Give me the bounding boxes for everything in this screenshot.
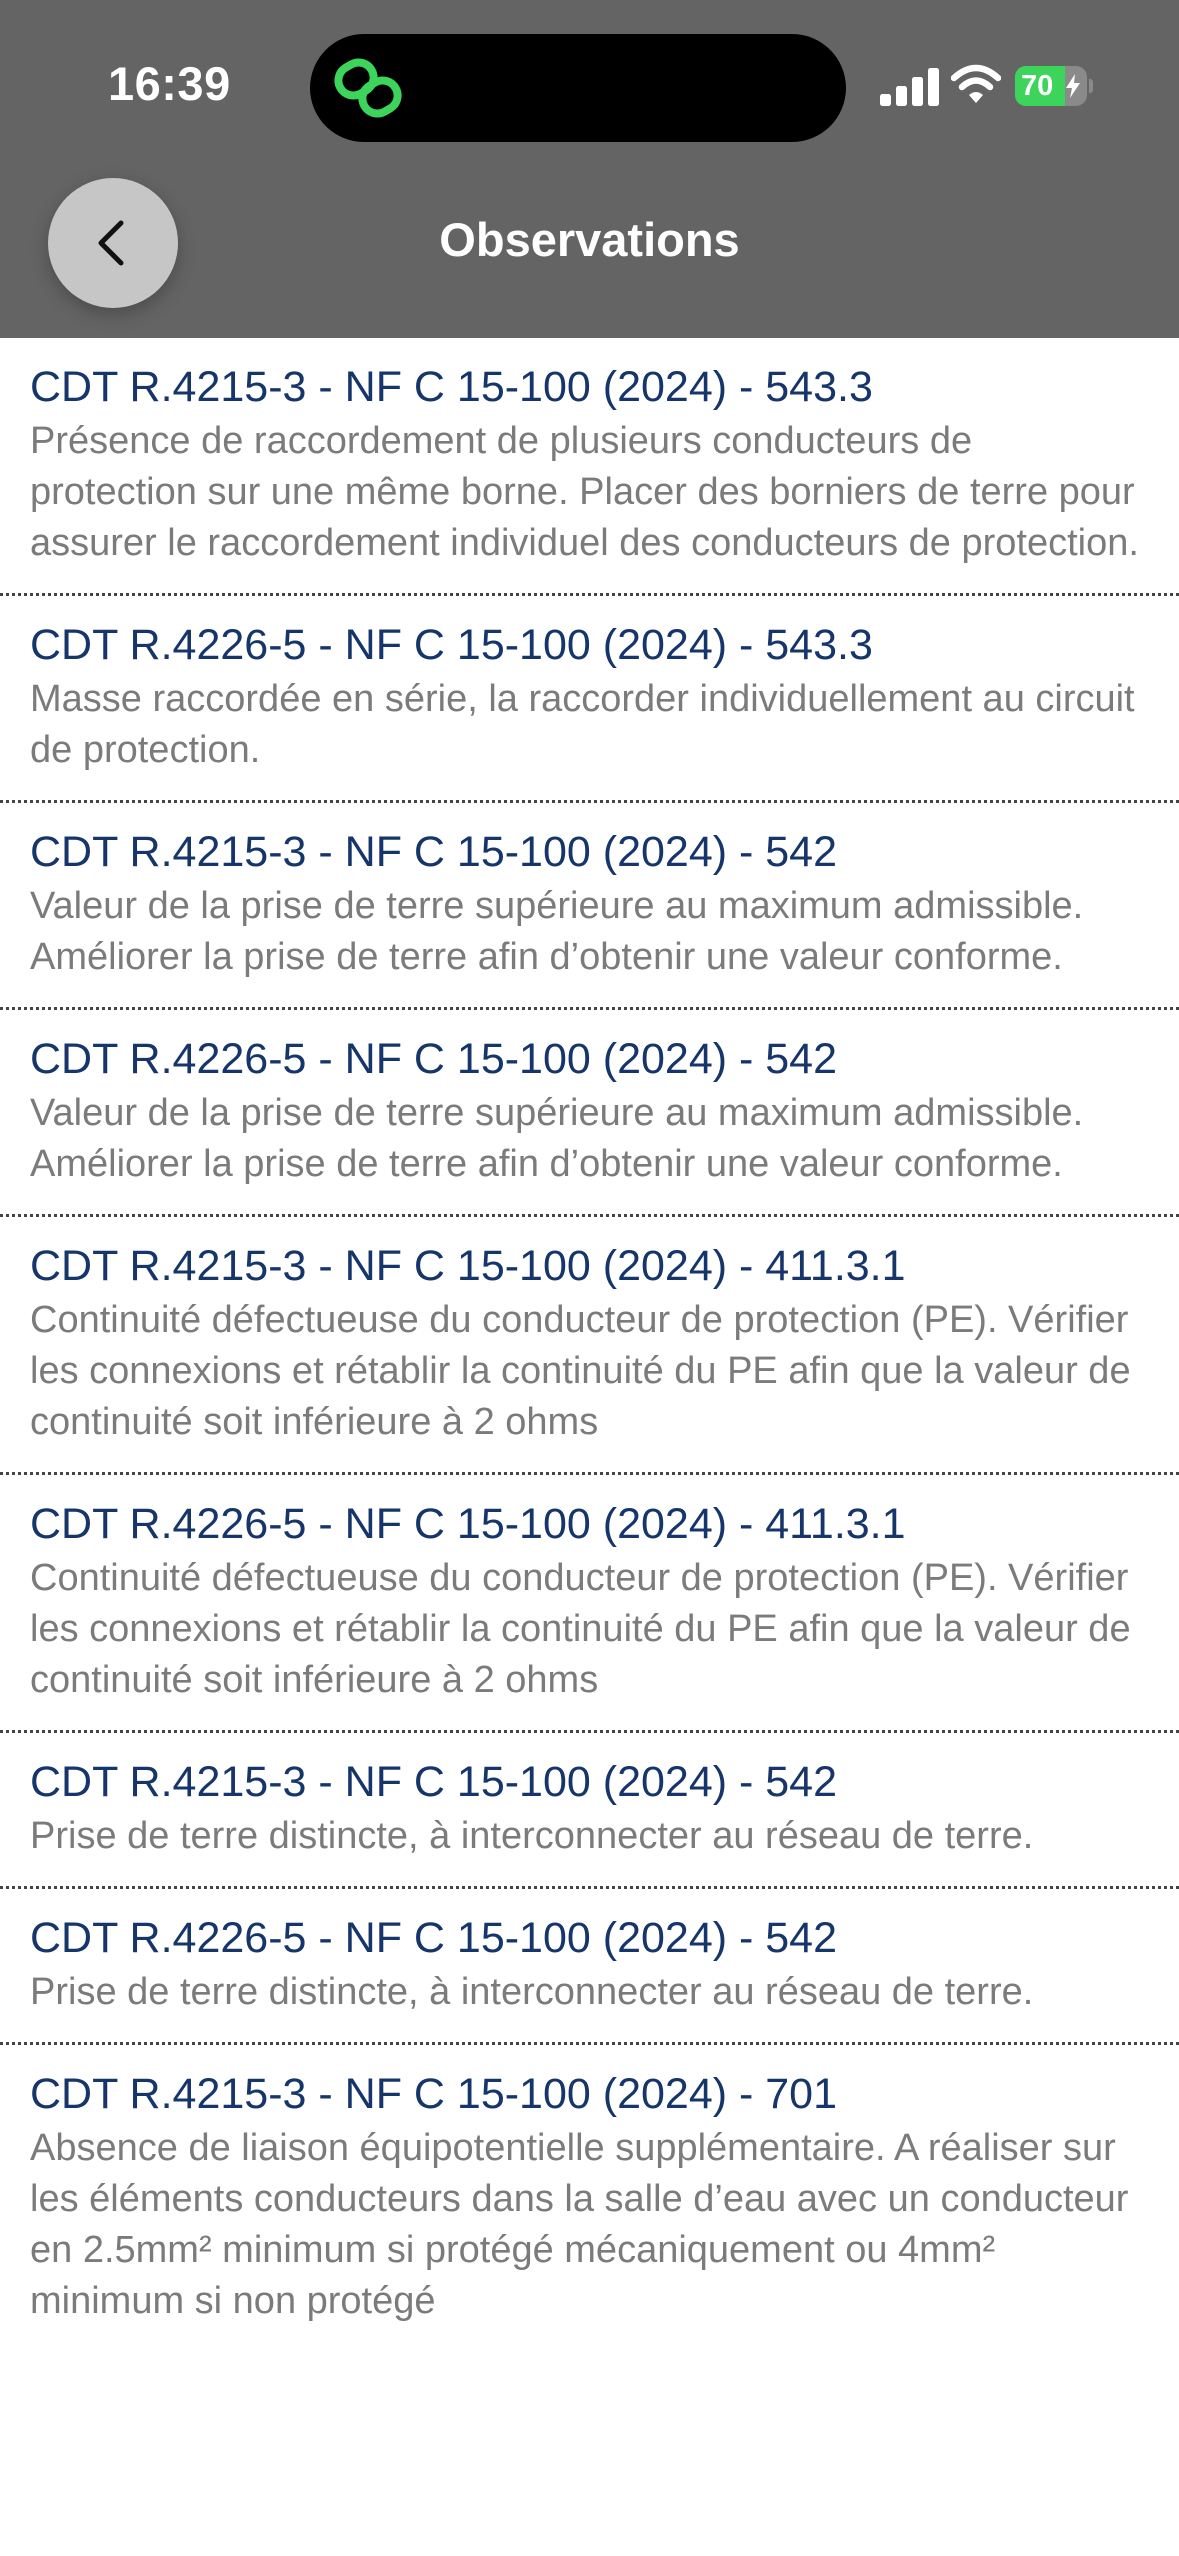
battery-cap — [1089, 79, 1093, 93]
observation-description: Valeur de la prise de terre supérieure a… — [30, 885, 1084, 978]
header-bar: 16:39 70 Observations — [0, 0, 1179, 338]
observation-description: Absence de liaison équipotentielle suppl… — [30, 2127, 1129, 2322]
wifi-icon — [951, 64, 1001, 103]
observation-title: CDT R.4215-3 - NF C 15-100 (2024) - 701 — [30, 2070, 838, 2118]
observation-title: CDT R.4215-3 - NF C 15-100 (2024) - 411.… — [30, 1242, 906, 1290]
link-icon — [334, 58, 402, 118]
bolt-icon — [1066, 74, 1080, 98]
observation-title: CDT R.4226-5 - NF C 15-100 (2024) - 411.… — [30, 1500, 906, 1548]
list-item[interactable]: CDT R.4226-5 - NF C 15-100 (2024) - 411.… — [0, 1475, 1179, 1733]
observation-description: Continuité défectueuse du conducteur de … — [30, 1557, 1131, 1701]
observation-title: CDT R.4215-3 - NF C 15-100 (2024) - 542 — [30, 1758, 838, 1806]
list-item[interactable]: CDT R.4215-3 - NF C 15-100 (2024) - 411.… — [0, 1217, 1179, 1475]
list-item[interactable]: CDT R.4215-3 - NF C 15-100 (2024) - 542 … — [0, 803, 1179, 1010]
observation-description: Prise de terre distincte, à interconnect… — [30, 1971, 1034, 2013]
battery-body: 70 — [1015, 66, 1087, 106]
observation-description: Continuité défectueuse du conducteur de … — [30, 1299, 1131, 1443]
observations-list[interactable]: CDT R.4215-3 - NF C 15-100 (2024) - 543.… — [0, 338, 1179, 2484]
observation-title: CDT R.4226-5 - NF C 15-100 (2024) - 542 — [30, 1914, 838, 1962]
observation-title: CDT R.4226-5 - NF C 15-100 (2024) - 542 — [30, 1035, 838, 1083]
observation-description: Valeur de la prise de terre supérieure a… — [30, 1092, 1084, 1185]
list-item[interactable]: CDT R.4226-5 - NF C 15-100 (2024) - 542 … — [0, 1889, 1179, 2045]
observation-description: Présence de raccordement de plusieurs co… — [30, 420, 1139, 564]
observation-description: Masse raccordée en série, la raccorder i… — [30, 678, 1135, 771]
observation-title: CDT R.4215-3 - NF C 15-100 (2024) - 543.… — [30, 363, 873, 411]
observation-title: CDT R.4226-5 - NF C 15-100 (2024) - 543.… — [30, 621, 873, 669]
list-item[interactable]: CDT R.4215-3 - NF C 15-100 (2024) - 543.… — [0, 338, 1179, 596]
battery-indicator: 70 — [1015, 66, 1093, 106]
dynamic-island[interactable] — [310, 34, 846, 142]
observation-title: CDT R.4215-3 - NF C 15-100 (2024) - 542 — [30, 828, 838, 876]
list-item[interactable]: CDT R.4226-5 - NF C 15-100 (2024) - 543.… — [0, 596, 1179, 803]
observation-description: Prise de terre distincte, à interconnect… — [30, 1815, 1034, 1857]
page-title: Observations — [439, 213, 740, 266]
status-time: 16:39 — [108, 57, 231, 110]
cellular-signal-icon — [880, 68, 939, 106]
list-item[interactable]: CDT R.4215-3 - NF C 15-100 (2024) - 701 … — [0, 2045, 1179, 2351]
list-item[interactable]: CDT R.4215-3 - NF C 15-100 (2024) - 542 … — [0, 1733, 1179, 1889]
list-item[interactable]: CDT R.4226-5 - NF C 15-100 (2024) - 542 … — [0, 1010, 1179, 1217]
